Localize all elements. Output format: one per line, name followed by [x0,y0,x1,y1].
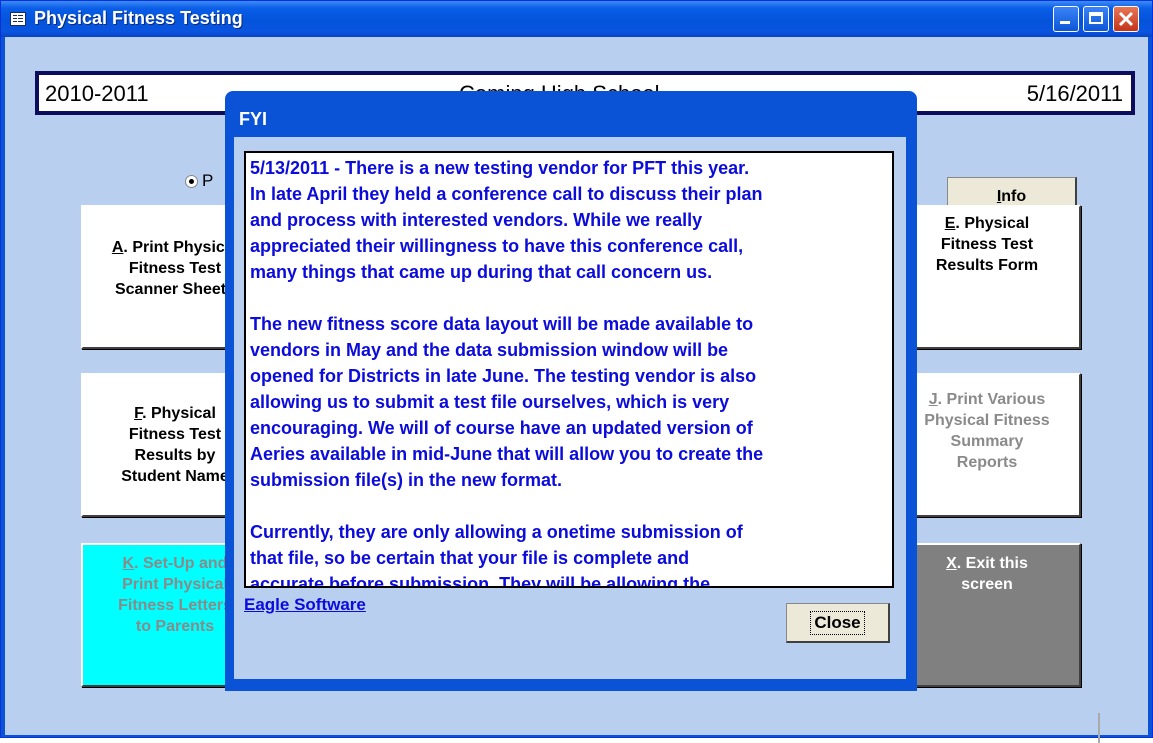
close-label: Close [810,610,865,635]
message-text: 5/13/2011 - There is a new testing vendo… [250,158,764,588]
button-label: . Print Various Physical Fitness Summary… [924,391,1050,471]
message-textbox[interactable]: 5/13/2011 - There is a new testing vendo… [244,151,894,588]
school-year: 2010-2011 [45,81,149,106]
close-icon [1118,11,1134,27]
minimize-icon [1060,21,1070,24]
exit-screen-button[interactable]: X. Exit this screen [893,543,1081,687]
info-label: nfo [1001,187,1027,205]
app-window: Physical Fitness Testing 2010-2011 Comin… [0,0,1153,743]
button-label: . Print Physical Fitness Test Scanner Sh… [114,239,239,298]
scroll-indicator [1098,713,1100,743]
maximize-icon [1089,12,1103,24]
button-key: A [111,239,124,256]
current-date: 5/16/2011 [1026,81,1123,106]
window-title: Physical Fitness Testing [34,8,243,28]
button-key: K [122,555,135,572]
form-icon [10,12,26,26]
button-key: E [944,215,956,232]
dialog-title: FYI [239,109,268,129]
button-label: . Set-Up and Print Physical Fitness Lett… [118,555,232,635]
summary-reports-button[interactable]: J. Print Various Physical Fitness Summar… [893,373,1081,517]
option-radio[interactable] [185,175,198,188]
maximize-button[interactable] [1083,6,1109,32]
button-key: X [946,555,957,572]
button-key: J [928,391,938,408]
minimize-button[interactable] [1053,6,1079,32]
fyi-dialog: FYI 5/13/2011 - There is a new testing v… [225,91,917,691]
button-label: . Exit this screen [956,555,1028,593]
dialog-body: 5/13/2011 - There is a new testing vendo… [234,137,906,679]
results-form-button[interactable]: E. Physical Fitness Test Results Form [893,205,1081,349]
button-key: F [134,405,143,422]
option-radio-label: P [202,171,214,190]
eagle-software-link[interactable]: Eagle Software [244,595,366,615]
dialog-close-button[interactable]: Close [786,603,890,643]
close-window-button[interactable] [1113,6,1139,32]
title-bar[interactable]: Physical Fitness Testing [1,1,1152,37]
